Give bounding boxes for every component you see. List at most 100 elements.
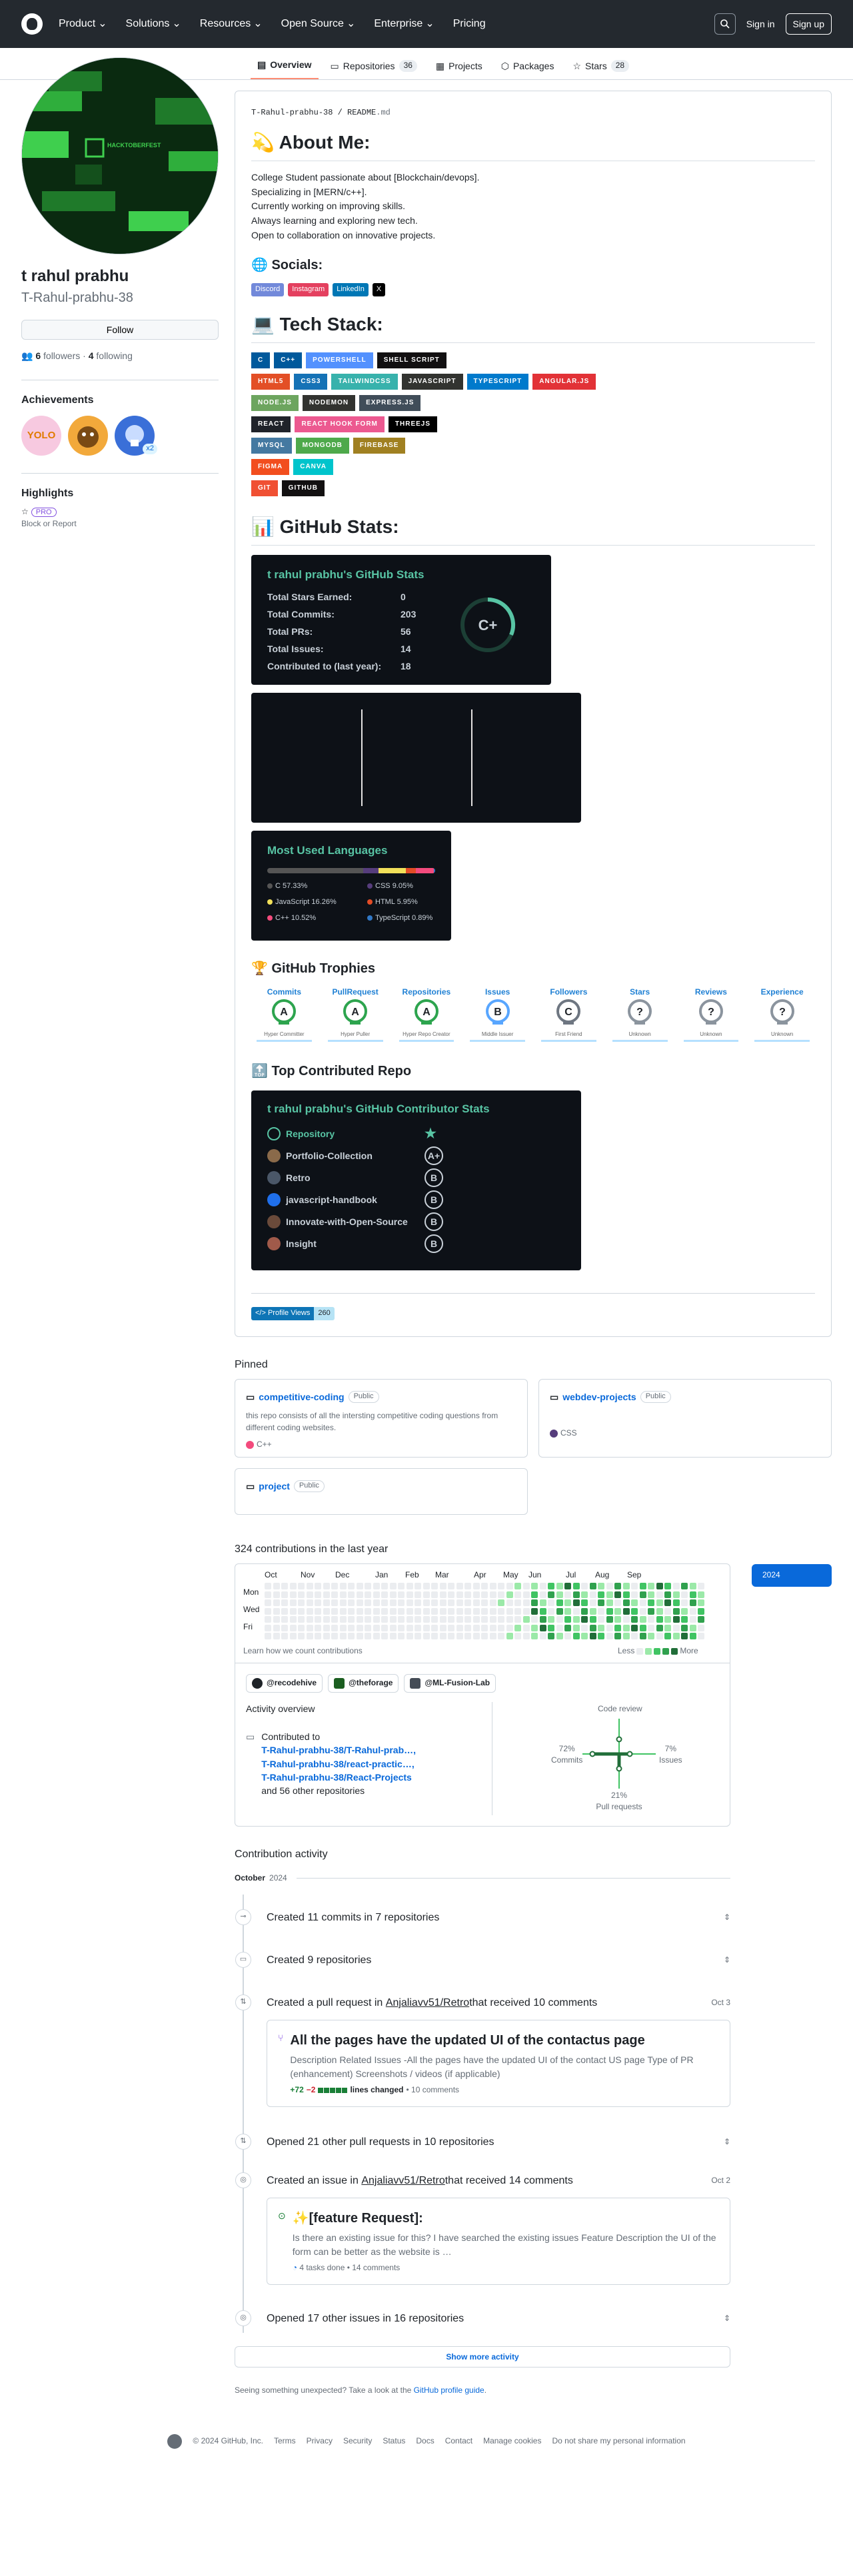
contribution-day[interactable] xyxy=(581,1633,588,1640)
contribution-day[interactable] xyxy=(356,1607,363,1615)
contribution-day[interactable] xyxy=(548,1591,554,1598)
contribution-day[interactable] xyxy=(522,1591,530,1598)
contribution-day[interactable] xyxy=(656,1599,663,1607)
repo-link[interactable]: Anjaliavv51/Retro xyxy=(361,2173,444,2188)
contribution-day[interactable] xyxy=(581,1583,588,1590)
contribution-day[interactable] xyxy=(356,1599,363,1607)
contribution-day[interactable] xyxy=(522,1599,530,1607)
contributed-repo-link[interactable]: T-Rahul-prabhu-38/T-Rahul-prab…, xyxy=(261,1743,416,1757)
contribution-day[interactable] xyxy=(622,1616,630,1623)
timeline-opened-prs[interactable]: ⇅ Opened 21 other pull requests in 10 re… xyxy=(235,2107,730,2150)
contribution-day[interactable] xyxy=(398,1599,405,1607)
contribution-day[interactable] xyxy=(289,1624,297,1631)
contribution-day[interactable] xyxy=(298,1599,305,1607)
contribution-day[interactable] xyxy=(323,1633,330,1640)
profile-avatar[interactable]: HACKTOBERFEST xyxy=(21,57,219,254)
contribution-day[interactable] xyxy=(373,1616,380,1623)
contributed-repo-link[interactable]: T-Rahul-prabhu-38/React-Projects xyxy=(261,1771,416,1784)
contribution-day[interactable] xyxy=(423,1599,430,1607)
contribution-day[interactable] xyxy=(548,1599,554,1607)
pinned-repo-link[interactable]: project xyxy=(259,1480,290,1493)
contribution-day[interactable] xyxy=(564,1616,571,1623)
contribution-day[interactable] xyxy=(556,1583,563,1590)
contribution-day[interactable] xyxy=(589,1591,596,1598)
contribution-day[interactable] xyxy=(431,1607,438,1615)
contribution-day[interactable] xyxy=(539,1607,546,1615)
contribution-day[interactable] xyxy=(631,1616,638,1623)
contribution-day[interactable] xyxy=(664,1599,671,1607)
following-link[interactable]: 4 following xyxy=(89,350,133,361)
contribution-day[interactable] xyxy=(356,1616,363,1623)
contribution-day[interactable] xyxy=(273,1607,280,1615)
contribution-day[interactable] xyxy=(331,1583,338,1590)
contribution-day[interactable] xyxy=(698,1583,704,1590)
contribution-day[interactable] xyxy=(572,1633,580,1640)
contribution-day[interactable] xyxy=(323,1616,330,1623)
contribution-day[interactable] xyxy=(506,1616,513,1623)
contribution-day[interactable] xyxy=(265,1583,271,1590)
contribution-day[interactable] xyxy=(506,1591,513,1598)
contribution-day[interactable] xyxy=(489,1607,496,1615)
contribution-day[interactable] xyxy=(281,1616,288,1623)
contribution-day[interactable] xyxy=(631,1633,638,1640)
contribution-day[interactable] xyxy=(572,1583,580,1590)
contribution-day[interactable] xyxy=(548,1624,554,1631)
contribution-day[interactable] xyxy=(681,1607,688,1615)
contribution-day[interactable] xyxy=(689,1616,696,1623)
pinned-repo-link[interactable]: competitive-coding xyxy=(259,1390,344,1404)
contribution-day[interactable] xyxy=(581,1607,588,1615)
contribution-day[interactable] xyxy=(281,1633,288,1640)
contribution-day[interactable] xyxy=(522,1607,530,1615)
contribution-day[interactable] xyxy=(439,1591,446,1598)
contribution-day[interactable] xyxy=(548,1607,554,1615)
contribution-day[interactable] xyxy=(681,1583,688,1590)
contribution-day[interactable] xyxy=(323,1599,330,1607)
contribution-day[interactable] xyxy=(315,1591,321,1598)
contribution-day[interactable] xyxy=(648,1633,654,1640)
contribution-day[interactable] xyxy=(365,1599,371,1607)
contribution-day[interactable] xyxy=(606,1624,613,1631)
contribution-day[interactable] xyxy=(581,1624,588,1631)
contribution-day[interactable] xyxy=(681,1599,688,1607)
contribution-day[interactable] xyxy=(514,1624,521,1631)
contribution-day[interactable] xyxy=(698,1591,704,1598)
contribution-day[interactable] xyxy=(348,1583,355,1590)
contribution-day[interactable] xyxy=(564,1591,571,1598)
contribution-day[interactable] xyxy=(648,1591,654,1598)
contribution-day[interactable] xyxy=(606,1583,613,1590)
contribution-day[interactable] xyxy=(406,1633,413,1640)
contribution-day[interactable] xyxy=(622,1633,630,1640)
contribution-day[interactable] xyxy=(348,1591,355,1598)
contribution-day[interactable] xyxy=(373,1624,380,1631)
contribution-day[interactable] xyxy=(572,1624,580,1631)
contribution-day[interactable] xyxy=(306,1591,313,1598)
contribution-day[interactable] xyxy=(281,1607,288,1615)
contribution-day[interactable] xyxy=(672,1591,680,1598)
contribution-day[interactable] xyxy=(431,1591,438,1598)
contribution-day[interactable] xyxy=(556,1599,563,1607)
contribution-day[interactable] xyxy=(348,1624,355,1631)
nav-pricing[interactable]: Pricing xyxy=(453,16,486,31)
contribution-day[interactable] xyxy=(656,1633,663,1640)
contribution-day[interactable] xyxy=(656,1591,663,1598)
contribution-day[interactable] xyxy=(606,1616,613,1623)
contribution-day[interactable] xyxy=(423,1633,430,1640)
contribution-day[interactable] xyxy=(389,1591,397,1598)
nav-product[interactable]: Product ⌄ xyxy=(59,16,107,31)
contribution-day[interactable] xyxy=(298,1616,305,1623)
contribution-day[interactable] xyxy=(481,1607,488,1615)
contribution-day[interactable] xyxy=(348,1599,355,1607)
contribution-day[interactable] xyxy=(315,1624,321,1631)
contribution-day[interactable] xyxy=(489,1616,496,1623)
tab-repositories[interactable]: ▭ Repositories 36 xyxy=(324,59,424,79)
contribution-day[interactable] xyxy=(281,1583,288,1590)
contribution-day[interactable] xyxy=(365,1624,371,1631)
contribution-day[interactable] xyxy=(639,1599,646,1607)
trophy-card[interactable]: Repositories A Hyper Repo Creator xyxy=(394,987,460,1042)
contribution-day[interactable] xyxy=(464,1599,471,1607)
contribution-day[interactable] xyxy=(564,1599,571,1607)
profile-guide-link[interactable]: GitHub profile guide xyxy=(414,2385,484,2395)
contribution-day[interactable] xyxy=(522,1624,530,1631)
pull-shark-achievement-icon[interactable] xyxy=(68,416,108,456)
contribution-day[interactable] xyxy=(315,1607,321,1615)
